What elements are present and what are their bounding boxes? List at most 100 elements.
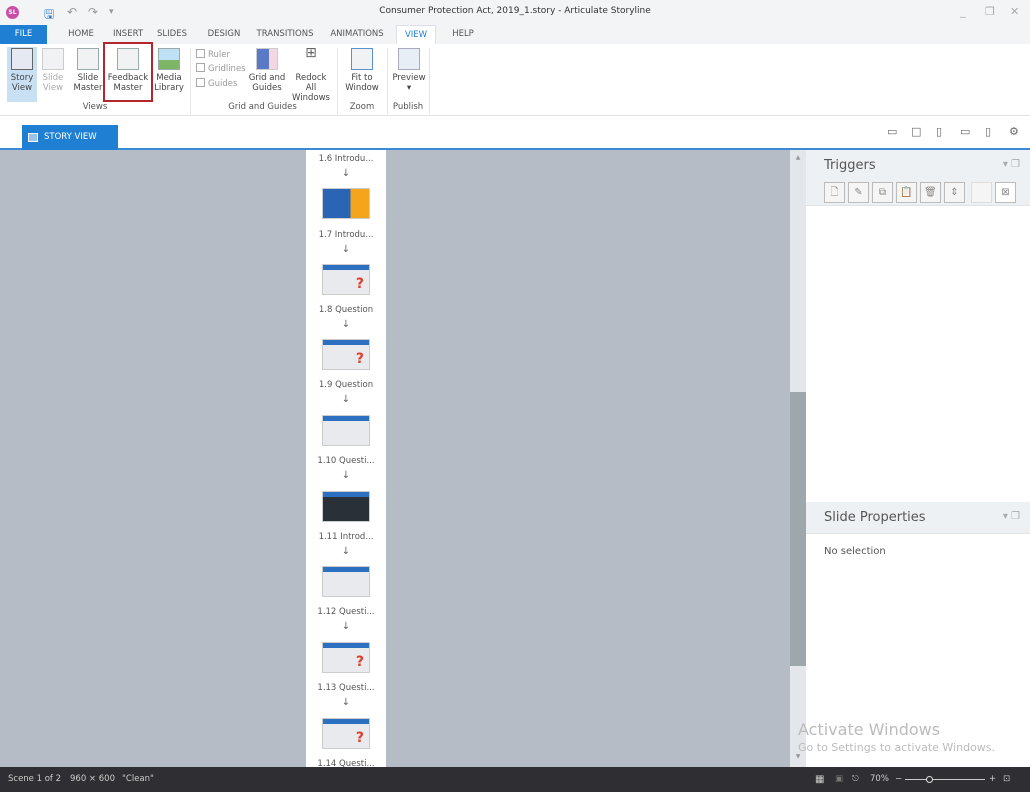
slide-thumbnail[interactable]: ?: [322, 642, 370, 673]
title-bar: SL 🖫 ↶ ↷ ▾ Consumer Protection Act, 2019…: [0, 0, 1030, 25]
slide-master-button[interactable]: Slide Master: [72, 47, 104, 93]
arrow-down-icon: ↓: [341, 394, 351, 405]
phone-portrait-icon[interactable]: ▯: [985, 125, 991, 138]
guides-checkbox[interactable]: Guides: [196, 78, 237, 89]
tab-animations[interactable]: ANIMATIONS: [326, 25, 388, 44]
edit-trigger-icon[interactable]: ✎: [848, 182, 869, 203]
slide-thumbnail[interactable]: [322, 491, 370, 522]
view-tab-bar: STORY VIEW: [0, 116, 1030, 150]
scrollbar-thumb[interactable]: [790, 392, 806, 666]
tab-insert[interactable]: INSERT: [103, 25, 153, 44]
media-library-button[interactable]: Media Library: [153, 47, 185, 93]
slide-view-status-icon[interactable]: ▣: [835, 774, 843, 784]
story-canvas[interactable]: 1.6 Introdu... ↓ 1.7 Introdu... ↓ ? 1.8 …: [0, 150, 790, 767]
tablet-portrait-icon[interactable]: ▯: [936, 125, 942, 138]
delete-trigger-icon[interactable]: 🗑: [920, 182, 941, 203]
slide-label: 1.12 Questi...: [317, 607, 375, 617]
tab-transitions[interactable]: TRANSITIONS: [252, 25, 318, 44]
scroll-down-icon[interactable]: ▼: [790, 753, 806, 760]
story-view-tab[interactable]: STORY VIEW: [22, 125, 118, 150]
question-mark-graphic: ?: [355, 730, 364, 746]
slide-master-icon: [77, 48, 99, 70]
story-view-button[interactable]: Story View: [7, 47, 37, 102]
window-title: Consumer Protection Act, 2019_1.story - …: [379, 6, 651, 16]
story-view-status-icon[interactable]: ▦: [815, 774, 824, 785]
slide-label: 1.7 Introdu...: [318, 230, 374, 240]
panel-options-icon[interactable]: ▾ ❐: [1003, 159, 1020, 170]
zoom-slider[interactable]: [905, 779, 985, 780]
variables-icon[interactable]: ⊠: [995, 182, 1016, 203]
restore-button[interactable]: ❐: [985, 5, 995, 18]
copy-trigger-icon[interactable]: ⧉: [872, 182, 893, 203]
zoom-group-label: Zoom: [349, 102, 375, 112]
slide-thumbnail[interactable]: ?: [322, 339, 370, 370]
status-bar: Scene 1 of 2 960 × 600 "Clean" ▦ ▣ ⎋ 70%…: [0, 767, 1030, 792]
slide-label: 1.10 Questi...: [317, 456, 375, 466]
slide-thumbnail[interactable]: [322, 188, 370, 219]
vertical-scrollbar[interactable]: ▲ ▼: [790, 150, 806, 767]
slide-label: 1.9 Question: [318, 380, 374, 390]
grid-and-guides-button[interactable]: Grid and Guides: [246, 47, 288, 93]
slide-thumbnail[interactable]: ?: [322, 718, 370, 749]
desktop-preview-icon[interactable]: □: [911, 125, 921, 138]
triggers-panel-header: Triggers ▾ ❐ 🗋 ✎ ⧉ 📋 🗑 ⇕ ⊠: [806, 150, 1030, 206]
arrow-down-icon: ↓: [341, 470, 351, 481]
fit-to-window-icon: [351, 48, 373, 70]
slide-view-button[interactable]: Slide View: [38, 47, 68, 93]
scene-indicator: Scene 1 of 2: [8, 774, 62, 784]
slide-thumbnail[interactable]: [322, 415, 370, 446]
new-trigger-icon[interactable]: 🗋: [824, 182, 845, 203]
story-view-tab-icon: [28, 133, 38, 142]
preview-dropdown-icon[interactable]: ▾: [407, 83, 411, 93]
arrow-down-icon: ↓: [341, 244, 351, 255]
grid-group-label: Grid and Guides: [228, 102, 297, 112]
laptop-preview-icon[interactable]: ▭: [887, 125, 897, 138]
slide-thumbnail[interactable]: [322, 566, 370, 597]
grid-and-guides-icon: [256, 48, 278, 70]
paste-trigger-icon[interactable]: 📋: [896, 182, 917, 203]
tab-help[interactable]: HELP: [444, 25, 482, 44]
redock-windows-button[interactable]: ⊞ Redock All Windows: [289, 46, 333, 103]
no-selection-text: No selection: [824, 546, 886, 557]
fit-to-window-status-icon[interactable]: ⊡: [1003, 774, 1010, 784]
zoom-out-button[interactable]: −: [895, 774, 902, 784]
panel-options-icon[interactable]: ▾ ❐: [1003, 511, 1020, 522]
right-panel: Triggers ▾ ❐ 🗋 ✎ ⧉ 📋 🗑 ⇕ ⊠ Slide Propert…: [806, 150, 1030, 767]
feedback-master-icon: [117, 48, 139, 70]
move-trigger-icon[interactable]: ⇕: [944, 182, 965, 203]
media-library-icon: [158, 48, 180, 70]
arrow-down-icon: ↓: [341, 168, 351, 179]
story-view-icon: [11, 48, 33, 70]
arrow-down-icon: ↓: [341, 621, 351, 632]
slide-label: 1.13 Questi...: [317, 683, 375, 693]
scroll-up-icon[interactable]: ▲: [790, 154, 806, 161]
feedback-master-button[interactable]: Feedback Master: [103, 42, 153, 102]
tab-view[interactable]: VIEW: [396, 25, 436, 44]
close-button[interactable]: ✕: [1010, 5, 1019, 18]
tab-design[interactable]: DESIGN: [200, 25, 248, 44]
slide-label: 1.6 Introdu...: [318, 154, 374, 164]
preview-button[interactable]: Preview ▾: [390, 47, 428, 93]
zoom-slider-handle[interactable]: [926, 776, 933, 783]
fit-to-window-button[interactable]: Fit to Window: [341, 47, 383, 93]
preview-icon: [398, 48, 420, 70]
separator: [429, 48, 430, 114]
ribbon-tabs: FILE HOME INSERT SLIDES DESIGN TRANSITIO…: [0, 25, 1030, 65]
preview-status-icon[interactable]: ⎋: [852, 774, 859, 784]
settings-gear-icon[interactable]: ⚙: [1009, 125, 1019, 138]
blank-toggle[interactable]: [971, 182, 992, 203]
minimize-button[interactable]: _: [960, 5, 966, 18]
tab-slides[interactable]: SLIDES: [150, 25, 194, 44]
publish-group-label: Publish: [392, 102, 424, 112]
zoom-in-button[interactable]: +: [989, 774, 996, 784]
question-mark-graphic: ?: [355, 654, 364, 670]
slide-label: 1.14 Questi...: [317, 759, 375, 767]
tab-home[interactable]: HOME: [56, 25, 106, 44]
slide-thumbnail[interactable]: ?: [322, 264, 370, 295]
tab-file[interactable]: FILE: [0, 25, 47, 44]
arrow-down-icon: ↓: [341, 697, 351, 708]
phone-landscape-icon[interactable]: ▭: [960, 125, 970, 138]
gridlines-checkbox[interactable]: Gridlines: [196, 63, 246, 74]
ruler-checkbox[interactable]: Ruler: [196, 49, 230, 60]
zoom-level: 70%: [870, 774, 889, 784]
